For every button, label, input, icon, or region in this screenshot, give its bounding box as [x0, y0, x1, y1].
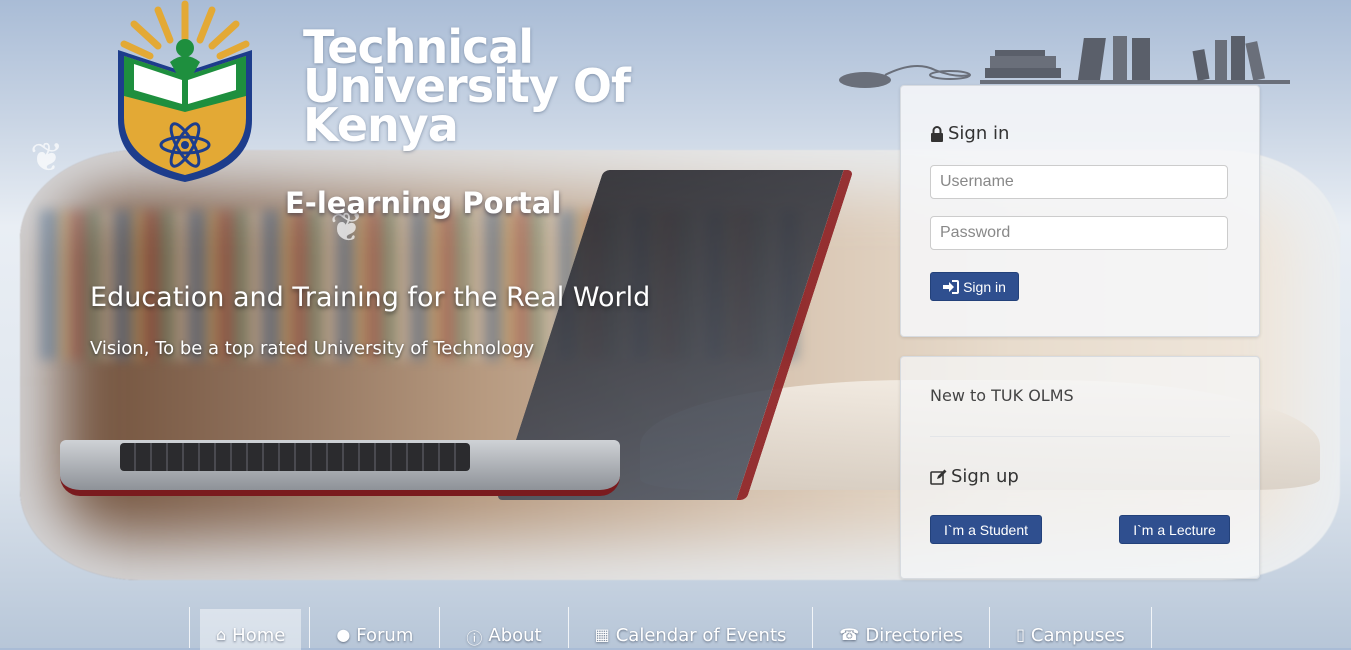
- signin-button-label: Sign in: [963, 278, 1006, 295]
- signup-heading-label: Sign up: [951, 466, 1019, 487]
- lecturer-signup-button[interactable]: I`m a Lecture: [1119, 515, 1230, 544]
- calendar-icon: ▦: [594, 625, 610, 644]
- signup-divider: [930, 436, 1230, 437]
- main-navigation: ⌂ Home ● Forum ⓘ About ▦ Calendar of Eve…: [189, 607, 1152, 650]
- username-input[interactable]: [930, 165, 1228, 199]
- nav-item-label: Home: [232, 625, 286, 646]
- nav-item-directories[interactable]: ☎ Directories: [813, 607, 991, 648]
- keyboard-image: [120, 443, 470, 471]
- building-icon: ▯: [1016, 625, 1025, 644]
- nav-item-label: Forum: [356, 625, 414, 646]
- home-icon: ⌂: [216, 625, 227, 644]
- nav-item-about[interactable]: ⓘ About: [440, 607, 569, 648]
- signin-heading: Sign in: [930, 123, 1009, 144]
- signin-heading-label: Sign in: [948, 123, 1010, 144]
- sign-in-arrow-icon: [943, 279, 960, 294]
- edit-icon: [930, 469, 947, 485]
- ornament-swirl-icon: ❦: [30, 135, 64, 181]
- signup-heading: Sign up: [930, 466, 1019, 487]
- student-signup-button[interactable]: I`m a Student: [930, 515, 1042, 544]
- vision-text: Vision, To be a top rated University of …: [90, 338, 535, 359]
- info-icon: ⓘ: [466, 629, 483, 648]
- nav-item-label: Campuses: [1030, 625, 1125, 646]
- lock-icon: [931, 125, 943, 142]
- signin-button[interactable]: Sign in: [930, 272, 1019, 301]
- nav-item-label: Calendar of Events: [615, 625, 787, 646]
- slogan-text: Education and Training for the Real Worl…: [90, 282, 651, 313]
- nav-item-label: About: [488, 625, 542, 646]
- new-to-tuk-label: New to TUK OLMS: [930, 386, 1074, 405]
- password-input[interactable]: [930, 216, 1228, 250]
- university-title: Technical University Of Kenya: [303, 20, 631, 152]
- portal-subtitle: E-learning Portal: [285, 186, 562, 220]
- nav-item-home[interactable]: ⌂ Home: [200, 609, 302, 650]
- university-logo-icon: [118, 0, 252, 182]
- phone-icon: ☎: [839, 625, 860, 644]
- nav-item-campuses[interactable]: ▯ Campuses: [990, 607, 1152, 648]
- signup-panel: New to TUK OLMS Sign up I`m a Student I`…: [900, 356, 1260, 579]
- signin-panel: Sign in Sign in: [900, 85, 1260, 337]
- nav-item-forum[interactable]: ● Forum: [309, 607, 441, 648]
- nav-item-calendar[interactable]: ▦ Calendar of Events: [569, 607, 814, 648]
- nav-item-label: Directories: [865, 625, 964, 646]
- user-icon: ●: [336, 625, 351, 644]
